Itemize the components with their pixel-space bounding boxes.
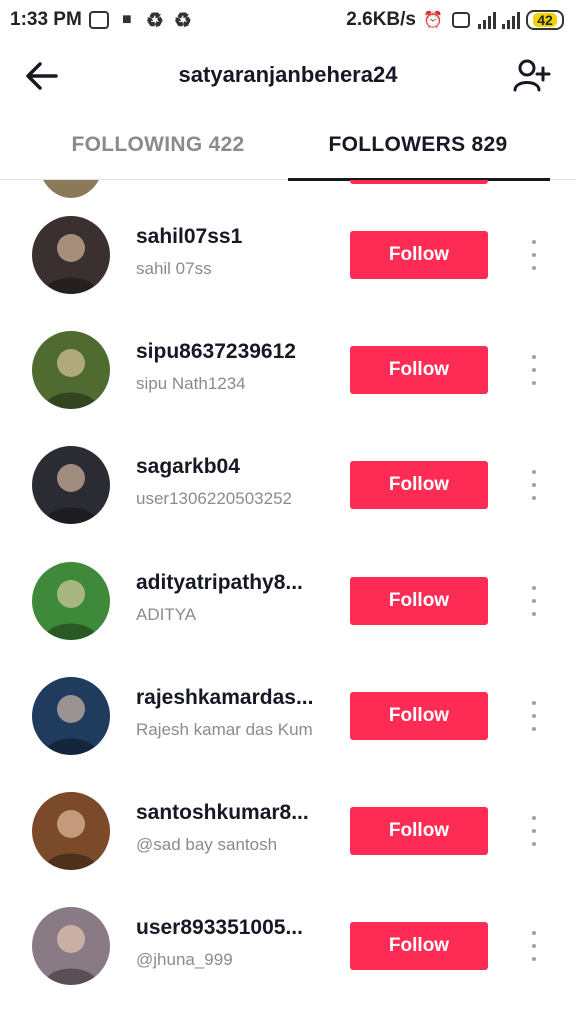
network-speed: 2.6KB/s [346,9,416,30]
avatar[interactable] [32,792,110,870]
user-info[interactable]: rajeshkamardas... Rajesh kamar das Kum [136,685,336,741]
recycle-icon: ♻ [145,9,164,32]
avatar[interactable] [38,180,104,198]
avatar-image [32,216,110,294]
user-info[interactable]: santoshkumar8... @sad bay santosh [136,800,336,856]
user-info[interactable]: adityatripathy8... ADITYA [136,570,336,626]
user-info[interactable]: sagarkb04 user1306220503252 [136,454,336,510]
more-options-icon[interactable] [522,351,546,389]
tab-following[interactable]: FOLLOWING 422 [28,110,288,180]
username: adityatripathy8... [136,571,303,594]
nickname: Rajesh kamar das Kum [136,720,313,739]
recycle-icon: ♻ [173,9,192,32]
follow-button[interactable]: Follow [350,461,488,509]
follow-button[interactable]: Follow [350,346,488,394]
more-options-icon[interactable] [522,927,546,965]
nickname: @jhuna_999 [136,950,233,969]
avatar[interactable] [32,446,110,524]
user-info[interactable]: user893351005... @jhuna_999 [136,915,336,971]
tab-bar: FOLLOWING 422 FOLLOWERS 829 [0,110,576,181]
tab-followers[interactable]: FOLLOWERS 829 [288,110,548,180]
list-item[interactable]: sahil07ss1 sahil 07ss Follow [0,200,576,315]
follow-button[interactable]: Follow [350,692,488,740]
username: user893351005... [136,916,303,939]
avatar[interactable] [32,216,110,294]
battery-level: 42 [533,13,557,27]
battery-icon: 42 [526,10,564,30]
avatar[interactable] [32,907,110,985]
add-user-button[interactable] [512,56,552,96]
follow-button[interactable]: Follow [350,577,488,625]
status-bar: 1:33 PM ■ ♻ ♻ 2.6KB/s ⏰ 42 [0,0,576,40]
username: sagarkb04 [136,455,240,478]
nickname: user1306220503252 [136,489,292,508]
username: sipu8637239612 [136,340,296,363]
avatar[interactable] [32,331,110,409]
avatar-image [32,331,110,409]
user-info[interactable]: sahil07ss1 sahil 07ss [136,224,336,280]
list-item[interactable]: sipu8637239612 sipu Nath1234 Follow [0,315,576,430]
volte-icon [450,9,472,31]
alarm-icon: ⏰ [423,12,443,29]
list-item[interactable]: rajeshkamardas... Rajesh kamar das Kum Fol… [0,661,576,776]
list-item[interactable]: user893351005... @jhuna_999 Follow [0,891,576,1006]
followers-list[interactable]: sahil07ss1 sahil 07ss Follow sipu8637239612… [0,180,576,1024]
follow-button[interactable]: Follow [350,807,488,855]
avatar-image [32,792,110,870]
nickname: @sad bay santosh [136,835,278,854]
page-title: satyaranjanbehera24 [178,62,398,87]
list-item[interactable]: sagarkb04 user1306220503252 Follow [0,430,576,545]
avatar[interactable] [32,677,110,755]
more-options-icon[interactable] [522,236,546,274]
more-options-icon[interactable] [522,697,546,735]
list-item-partial[interactable] [0,180,576,200]
follow-button[interactable]: Follow [350,922,488,970]
username: santoshkumar8... [136,801,309,824]
add-user-icon [513,59,551,92]
header: satyaranjanbehera24 [0,40,576,110]
avatar-image [32,446,110,524]
list-item[interactable]: santoshkumar8... @sad bay santosh Follow [0,776,576,891]
avatar[interactable] [32,562,110,640]
username: sahil07ss1 [136,225,243,248]
nickname: ADITYA [136,605,197,624]
signal-icon [478,11,496,29]
nickname: sahil 07ss [136,259,212,278]
follow-button[interactable] [350,180,488,184]
nickname: sipu Nath1234 [136,374,246,393]
status-time: 1:33 PM [10,9,82,30]
avatar-image [32,562,110,640]
user-info[interactable]: sipu8637239612 sipu Nath1234 [136,339,336,395]
username: rajeshkamardas... [136,686,314,709]
notification-icon [88,9,110,31]
more-options-icon[interactable] [522,812,546,850]
gallery-icon: ■ [121,11,132,28]
follow-button[interactable]: Follow [350,231,488,279]
avatar-image [32,907,110,985]
more-options-icon[interactable] [522,582,546,620]
status-right: 2.6KB/s ⏰ 42 [346,9,564,31]
status-left: 1:33 PM ■ ♻ ♻ [10,9,194,32]
more-options-icon[interactable] [522,466,546,504]
list-item[interactable]: adityatripathy8... ADITYA Follow [0,546,576,661]
signal-icon [502,11,520,29]
avatar-image [32,677,110,755]
